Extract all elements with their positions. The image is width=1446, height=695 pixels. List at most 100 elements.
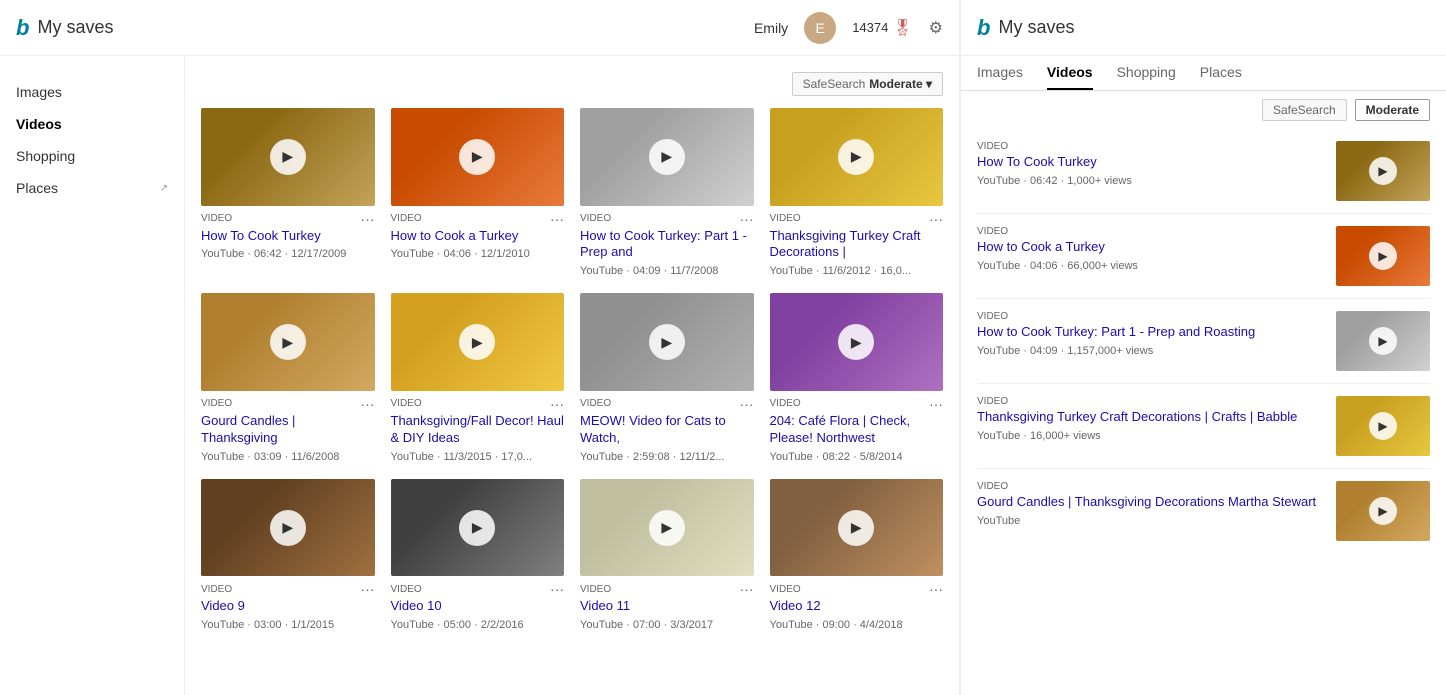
avatar[interactable]: E (804, 12, 836, 44)
more-options-button[interactable]: ··· (361, 397, 375, 411)
safesearch-button[interactable]: SafeSearch Moderate ▾ (792, 72, 943, 96)
right-play-button-icon[interactable]: ▶ (1369, 157, 1397, 185)
video-card-11[interactable]: ▶ VIDEO ··· Video 11 YouTube · 07:00 · 3… (580, 479, 754, 631)
sidebar-item-images[interactable]: Images (16, 76, 168, 108)
right-item-info: VIDEO How to Cook Turkey: Part 1 - Prep … (977, 311, 1326, 371)
more-options-button[interactable]: ··· (929, 212, 943, 226)
more-options-button[interactable]: ··· (929, 582, 943, 596)
right-video-item-4[interactable]: VIDEO Thanksgiving Turkey Craft Decorati… (977, 384, 1430, 469)
video-card-4[interactable]: ▶ VIDEO ··· Thanksgiving Turkey Craft De… (770, 108, 944, 277)
right-play-button-icon[interactable]: ▶ (1369, 412, 1397, 440)
video-title: Video 10 (391, 598, 565, 615)
more-options-button[interactable]: ··· (361, 582, 375, 596)
points-value: 14374 (852, 20, 888, 35)
sidebar-item-label: Videos (16, 116, 62, 132)
video-meta: YouTube · 08:22 · 5/8/2014 (770, 451, 944, 463)
play-button-icon[interactable]: ▶ (838, 510, 874, 546)
play-button-icon[interactable]: ▶ (270, 139, 306, 175)
play-button-icon[interactable]: ▶ (649, 324, 685, 360)
video-title: Video 11 (580, 598, 754, 615)
tab-videos[interactable]: Videos (1047, 64, 1093, 90)
right-item-type: VIDEO (977, 226, 1326, 237)
play-button-icon[interactable]: ▶ (270, 324, 306, 360)
play-button-icon[interactable]: ▶ (270, 510, 306, 546)
play-button-icon[interactable]: ▶ (459, 324, 495, 360)
right-page-title: My saves (998, 17, 1074, 38)
video-info: VIDEO ··· Thanksgiving Turkey Craft Deco… (770, 206, 944, 278)
more-options-button[interactable]: ··· (740, 582, 754, 596)
video-card-5[interactable]: ▶ VIDEO ··· Gourd Candles | Thanksgiving… (201, 293, 375, 462)
play-button-icon[interactable]: ▶ (838, 324, 874, 360)
more-options-button[interactable]: ··· (929, 397, 943, 411)
right-play-button-icon[interactable]: ▶ (1369, 242, 1397, 270)
play-button-icon[interactable]: ▶ (838, 139, 874, 175)
video-card-12[interactable]: ▶ VIDEO ··· Video 12 YouTube · 09:00 · 4… (770, 479, 944, 631)
more-options-button[interactable]: ··· (740, 212, 754, 226)
sidebar-item-places[interactable]: Places ↗ (16, 172, 168, 204)
video-type-row: VIDEO ··· (770, 582, 944, 596)
right-item-meta: YouTube · 04:06 · 66,000+ views (977, 260, 1326, 272)
play-button-icon[interactable]: ▶ (459, 139, 495, 175)
play-button-icon[interactable]: ▶ (649, 139, 685, 175)
video-card-7[interactable]: ▶ VIDEO ··· MEOW! Video for Cats to Watc… (580, 293, 754, 462)
safesearch-option-safesearch[interactable]: SafeSearch (1262, 99, 1347, 121)
video-thumb-inner: ▶ (580, 293, 754, 391)
video-thumb-inner: ▶ (391, 293, 565, 391)
video-thumbnail: ▶ (391, 108, 565, 206)
right-thumbnail: ▶ (1336, 141, 1430, 201)
header-right: Emily E 14374 🎖 ⚙ (754, 12, 943, 44)
more-options-button[interactable]: ··· (361, 212, 375, 226)
right-play-button-icon[interactable]: ▶ (1369, 497, 1397, 525)
video-type-label: VIDEO (770, 398, 801, 409)
more-options-button[interactable]: ··· (740, 397, 754, 411)
right-video-item-2[interactable]: VIDEO How to Cook a Turkey YouTube · 04:… (977, 214, 1430, 299)
video-card-10[interactable]: ▶ VIDEO ··· Video 10 YouTube · 05:00 · 2… (391, 479, 565, 631)
tab-places[interactable]: Places (1200, 64, 1242, 90)
video-thumbnail: ▶ (580, 479, 754, 577)
video-card-9[interactable]: ▶ VIDEO ··· Video 9 YouTube · 03:00 · 1/… (201, 479, 375, 631)
play-button-icon[interactable]: ▶ (649, 510, 685, 546)
right-video-item-3[interactable]: VIDEO How to Cook Turkey: Part 1 - Prep … (977, 299, 1430, 384)
video-type-row: VIDEO ··· (391, 212, 565, 226)
video-meta: YouTube · 04:06 · 12/1/2010 (391, 248, 565, 260)
sidebar-item-shopping[interactable]: Shopping (16, 140, 168, 172)
right-item-title: How To Cook Turkey (977, 154, 1326, 171)
video-card-2[interactable]: ▶ VIDEO ··· How to Cook a Turkey YouTube… (391, 108, 565, 277)
video-title: MEOW! Video for Cats to Watch, (580, 413, 754, 447)
video-card-6[interactable]: ▶ VIDEO ··· Thanksgiving/Fall Decor! Hau… (391, 293, 565, 462)
right-video-item-5[interactable]: VIDEO Gourd Candles | Thanksgiving Decor… (977, 469, 1430, 553)
video-type-label: VIDEO (391, 584, 422, 595)
safesearch-bar: SafeSearch Moderate ▾ (201, 72, 943, 96)
more-options-button[interactable]: ··· (550, 212, 564, 226)
more-options-button[interactable]: ··· (550, 397, 564, 411)
right-video-item-1[interactable]: VIDEO How To Cook Turkey YouTube · 06:42… (977, 129, 1430, 214)
video-thumbnail: ▶ (391, 293, 565, 391)
video-meta: YouTube · 09:00 · 4/4/2018 (770, 619, 944, 631)
video-card-8[interactable]: ▶ VIDEO ··· 204: Café Flora | Check, Ple… (770, 293, 944, 462)
video-info: VIDEO ··· How to Cook a Turkey YouTube ·… (391, 206, 565, 261)
video-type-label: VIDEO (580, 584, 611, 595)
sidebar-item-label: Shopping (16, 148, 75, 164)
logo-area: b My saves (16, 15, 113, 41)
video-thumbnail: ▶ (580, 293, 754, 391)
page-title: My saves (37, 17, 113, 38)
video-thumb-inner: ▶ (201, 479, 375, 577)
video-card-1[interactable]: ▶ VIDEO ··· How To Cook Turkey YouTube ·… (201, 108, 375, 277)
right-play-button-icon[interactable]: ▶ (1369, 327, 1397, 355)
video-type-label: VIDEO (201, 398, 232, 409)
video-type-label: VIDEO (770, 584, 801, 595)
sidebar-item-videos[interactable]: Videos (16, 108, 168, 140)
video-grid: ▶ VIDEO ··· How To Cook Turkey YouTube ·… (201, 108, 943, 631)
safesearch-option-moderate[interactable]: Moderate (1355, 99, 1430, 121)
right-tabs: Images Videos Shopping Places (961, 56, 1446, 91)
tab-shopping[interactable]: Shopping (1117, 64, 1176, 90)
right-item-type: VIDEO (977, 141, 1326, 152)
more-options-button[interactable]: ··· (550, 582, 564, 596)
video-card-3[interactable]: ▶ VIDEO ··· How to Cook Turkey: Part 1 -… (580, 108, 754, 277)
settings-gear-icon[interactable]: ⚙ (929, 18, 943, 38)
video-thumb-inner: ▶ (770, 479, 944, 577)
video-info: VIDEO ··· Video 9 YouTube · 03:00 · 1/1/… (201, 576, 375, 631)
tab-images[interactable]: Images (977, 64, 1023, 90)
video-thumbnail: ▶ (770, 108, 944, 206)
play-button-icon[interactable]: ▶ (459, 510, 495, 546)
